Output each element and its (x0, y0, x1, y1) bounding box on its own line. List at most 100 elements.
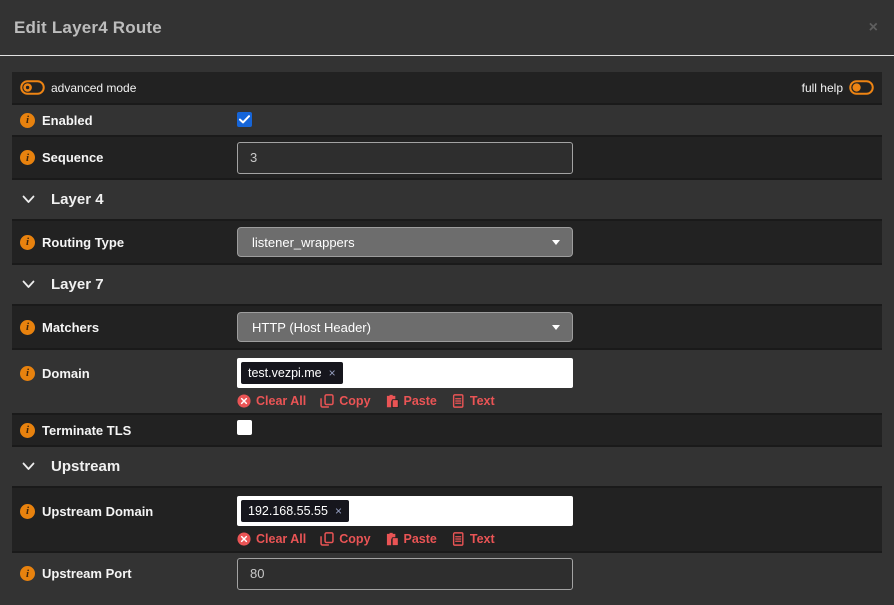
paste-icon (385, 394, 399, 408)
field-label-text: Terminate TLS (42, 423, 131, 438)
token: 192.168.55.55× (241, 500, 349, 522)
chevron-down-icon-wrap (22, 462, 35, 471)
field-control: 192.168.55.55× Clear All Copy Paste Text (237, 496, 874, 546)
dialog-header: Edit Layer4 Route × (0, 0, 894, 56)
token-action-label: Clear All (256, 532, 306, 546)
clear-all-button[interactable]: Clear All (237, 394, 306, 408)
circle-xmark-icon (237, 394, 251, 408)
paste-button[interactable]: Paste (385, 532, 437, 546)
domain-row: iDomain test.vezpi.me × Clear All Copy Paste T… (12, 348, 882, 413)
toggle-off-icon (849, 80, 874, 95)
enabled-row: i Enabled (12, 103, 882, 135)
field-label: iDomain (20, 358, 237, 388)
token-action-label: Paste (404, 532, 437, 546)
paste-icon (385, 532, 399, 546)
field-control (237, 142, 874, 174)
field-label-text: Enabled (42, 113, 93, 128)
field-label: i Enabled (20, 113, 237, 128)
field-control (237, 420, 874, 440)
text-button[interactable]: Text (451, 532, 495, 546)
token-actions: Clear All Copy Paste Text (237, 532, 874, 546)
select-value: listener_wrappers (252, 235, 355, 250)
token-action-label: Copy (339, 394, 370, 408)
caret-down-icon (552, 325, 560, 330)
info-icon[interactable]: i (20, 235, 35, 250)
full-help-label: full help (802, 81, 843, 95)
token-action-label: Paste (404, 394, 437, 408)
token-text: test.vezpi.me (248, 366, 322, 380)
advanced-mode-label: advanced mode (51, 81, 136, 95)
options-bar: advanced mode full help (12, 72, 882, 103)
file-text-icon (451, 532, 465, 546)
upstream-domain-row: iUpstream Domain192.168.55.55×Clear AllC… (12, 486, 882, 551)
info-icon[interactable]: i (20, 320, 35, 335)
routing-type-select[interactable]: listener_wrappers (237, 227, 573, 257)
sequence-row: i Sequence (12, 135, 882, 178)
file-text-icon (451, 394, 465, 408)
copy-icon (320, 394, 334, 408)
section-layer-4[interactable]: Layer 4 (12, 178, 882, 219)
field-label-text: Matchers (42, 320, 99, 335)
paste-button[interactable]: Paste (385, 394, 437, 408)
token-remove-icon[interactable]: × (335, 505, 342, 517)
token-remove-icon[interactable]: × (329, 367, 336, 379)
toggle-off-icon (20, 80, 45, 95)
field-label: i Upstream Port (20, 566, 237, 581)
circle-xmark-icon (237, 532, 251, 546)
section-title: Layer 4 (51, 191, 104, 208)
field-label-text: Sequence (42, 150, 103, 165)
copy-button[interactable]: Copy (320, 394, 370, 408)
enabled-checkbox[interactable] (237, 112, 252, 127)
dialog-body: advanced mode full help i Enabled i Sequence L… (0, 56, 894, 605)
field-control (237, 558, 874, 590)
chevron-down-icon[interactable] (22, 462, 35, 471)
field-control: test.vezpi.me × Clear All Copy Paste Text (237, 358, 874, 408)
field-label-text: Upstream Port (42, 566, 132, 581)
token-actions: Clear All Copy Paste Text (237, 394, 874, 408)
field-label: i Terminate TLS (20, 423, 237, 438)
section-layer-7[interactable]: Layer 7 (12, 263, 882, 304)
upstream-port-row: i Upstream Port (12, 551, 882, 594)
advanced-mode-toggle[interactable]: advanced mode (20, 80, 136, 95)
sequence-input[interactable] (237, 142, 573, 174)
field-control: HTTP (Host Header) (237, 312, 874, 342)
field-label-text: Upstream Domain (42, 504, 153, 519)
field-label-text: Routing Type (42, 235, 124, 250)
routing-type-row: i Routing Type listener_wrappers (12, 219, 882, 263)
copy-icon (320, 532, 334, 546)
full-help-toggle[interactable]: full help (802, 80, 874, 95)
upstream-domain-token-input[interactable]: 192.168.55.55× (237, 496, 573, 526)
section-title: Upstream (51, 458, 120, 475)
matchers-select[interactable]: HTTP (Host Header) (237, 312, 573, 342)
field-label: i Matchers (20, 320, 237, 335)
chevron-down-icon-wrap (22, 280, 35, 289)
upstream-port-input[interactable] (237, 558, 573, 590)
info-icon[interactable]: i (20, 366, 35, 381)
close-icon[interactable]: × (869, 20, 878, 36)
copy-button[interactable]: Copy (320, 532, 370, 546)
chevron-down-icon[interactable] (22, 280, 35, 289)
clear-all-button[interactable]: Clear All (237, 532, 306, 546)
field-label: i Upstream Domain (20, 496, 237, 526)
text-button[interactable]: Text (451, 394, 495, 408)
section-upstream[interactable]: Upstream (12, 445, 882, 486)
info-icon[interactable]: i (20, 566, 35, 581)
token-action-label: Text (470, 532, 495, 546)
token: test.vezpi.me × (241, 362, 343, 384)
domain-token-input[interactable]: test.vezpi.me × (237, 358, 573, 388)
token-action-label: Clear All (256, 394, 306, 408)
info-icon[interactable]: i (20, 423, 35, 438)
chevron-down-icon[interactable] (22, 195, 35, 204)
info-icon[interactable]: i (20, 150, 35, 165)
edit-layer4-route-dialog: Edit Layer4 Route × advanced mode full he… (0, 0, 894, 605)
page-title: Edit Layer4 Route (14, 18, 162, 38)
token-action-label: Copy (339, 532, 370, 546)
select-value: HTTP (Host Header) (252, 320, 371, 335)
token-action-label: Text (470, 394, 495, 408)
route-form: advanced mode full help i Enabled i Sequence L… (12, 72, 882, 594)
terminate-tls-checkbox[interactable] (237, 420, 252, 435)
info-icon[interactable]: i (20, 504, 35, 519)
chevron-down-icon-wrap (22, 195, 35, 204)
field-label: i Sequence (20, 150, 237, 165)
info-icon[interactable]: i (20, 113, 35, 128)
